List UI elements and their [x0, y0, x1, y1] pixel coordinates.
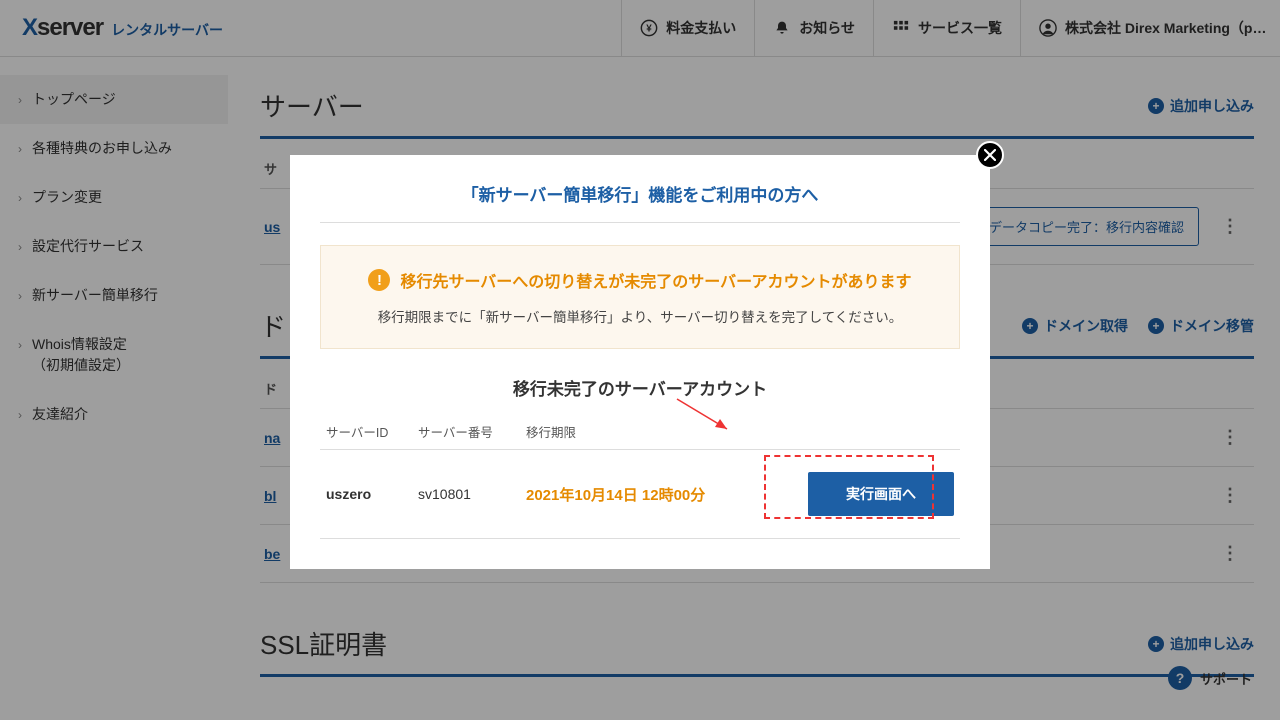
- modal-overlay[interactable]: 「新サーバー簡単移行」機能をご利用中の方へ ! 移行先サーバーへの切り替えが未完…: [0, 0, 1280, 720]
- warning-icon: !: [368, 269, 390, 291]
- migration-modal: 「新サーバー簡単移行」機能をご利用中の方へ ! 移行先サーバーへの切り替えが未完…: [290, 155, 990, 569]
- modal-title: 「新サーバー簡単移行」機能をご利用中の方へ: [320, 181, 960, 223]
- notice-box: ! 移行先サーバーへの切り替えが未完了のサーバーアカウントがあります 移行期限ま…: [320, 245, 960, 349]
- notice-subtext: 移行期限までに「新サーバー簡単移行」より、サーバー切り替えを完了してください。: [347, 306, 933, 326]
- notice-headline: ! 移行先サーバーへの切り替えが未完了のサーバーアカウントがあります: [347, 268, 933, 292]
- server-number: sv10801: [418, 486, 526, 502]
- close-icon[interactable]: [976, 141, 1004, 169]
- execute-screen-button[interactable]: 実行画面へ: [808, 472, 954, 516]
- modal-table-header: サーバーID サーバー番号 移行期限: [320, 414, 960, 450]
- modal-subtitle: 移行未完了のサーバーアカウント: [320, 375, 960, 400]
- migration-deadline: 2021年10月14日 12時00分: [526, 484, 808, 505]
- modal-table-row: uszero sv10801 2021年10月14日 12時00分 実行画面へ: [320, 450, 960, 539]
- server-id: uszero: [326, 486, 418, 502]
